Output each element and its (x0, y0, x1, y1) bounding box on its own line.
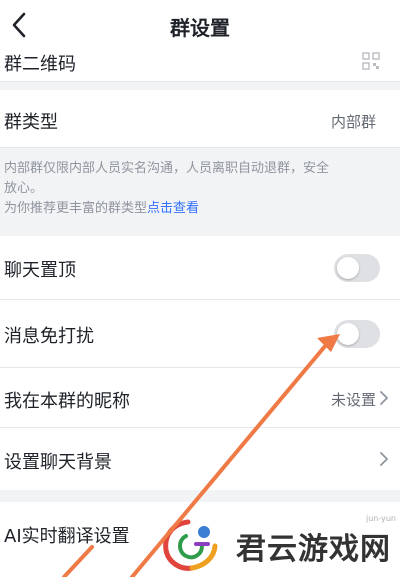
secondary-arrow (62, 545, 94, 577)
annotation-arrows (62, 334, 340, 577)
pointer-arrow (130, 334, 340, 577)
